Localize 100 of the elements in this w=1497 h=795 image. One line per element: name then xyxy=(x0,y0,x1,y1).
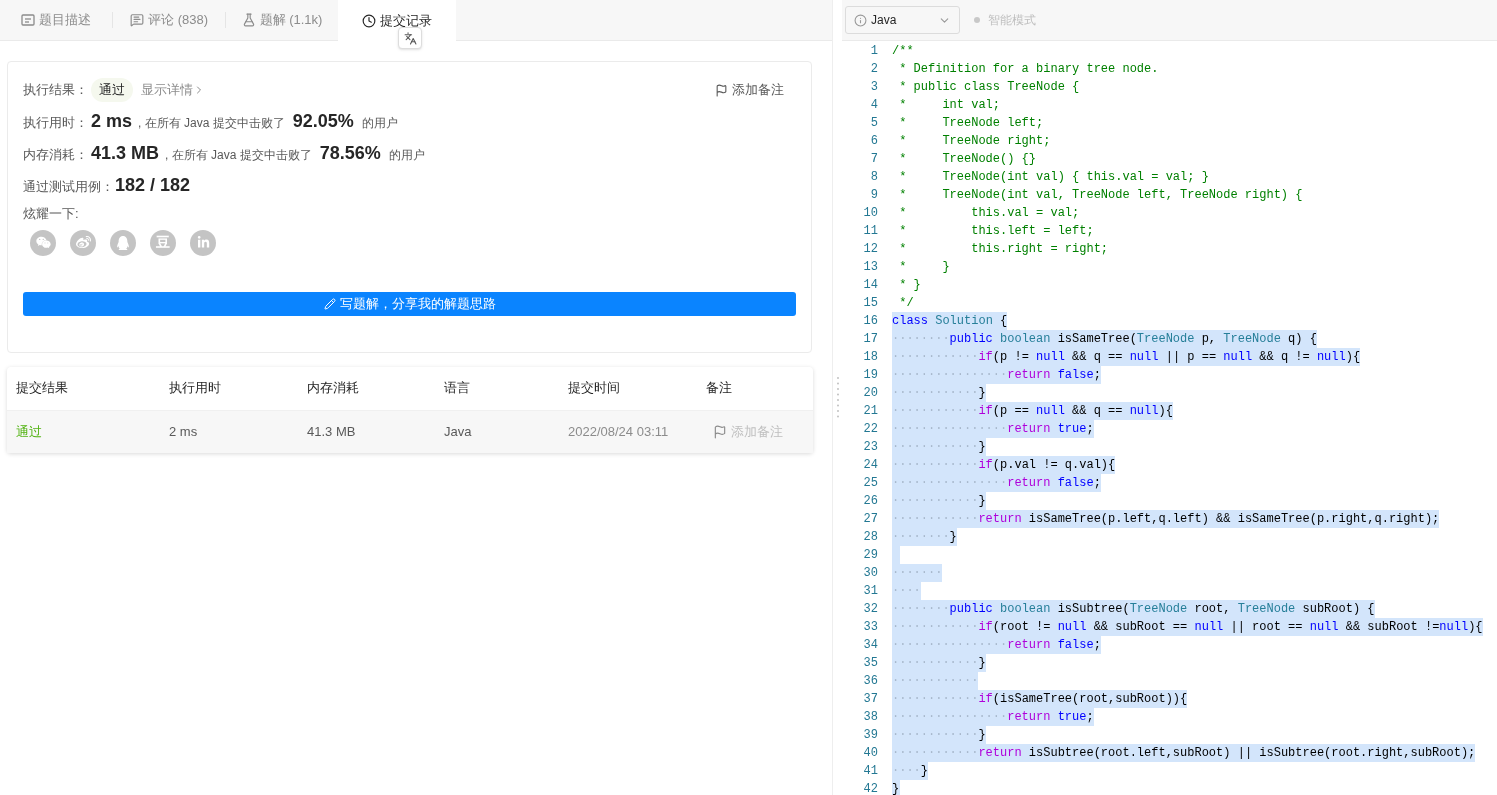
line-number: 11 xyxy=(862,223,878,240)
line-number: 21 xyxy=(862,403,878,420)
comment-icon xyxy=(130,13,144,27)
line-number: 25 xyxy=(862,475,878,492)
code-line: * } xyxy=(898,277,921,294)
code-line: * TreeNode() {} xyxy=(898,151,1037,168)
stat-text: , 在所有 Java 提交中击败了 xyxy=(165,147,312,164)
line-number: 13 xyxy=(862,259,878,276)
line-number: 10 xyxy=(862,205,878,222)
stat-percent: 78.56% xyxy=(319,142,381,165)
line-number: 9 xyxy=(869,187,878,204)
passed-label: 通过测试用例： xyxy=(23,178,115,196)
stat-suffix: 的用户 xyxy=(388,147,425,164)
line-number: 31 xyxy=(862,583,878,600)
column-header: 内存消耗 xyxy=(307,379,360,398)
line-number: 8 xyxy=(869,169,878,186)
line-number: 3 xyxy=(869,79,878,96)
line-number: 35 xyxy=(862,655,878,672)
stat-percent: 92.05% xyxy=(292,110,354,133)
line-number: 4 xyxy=(869,97,878,114)
line-number: 17 xyxy=(862,331,878,348)
line-number: 33 xyxy=(862,619,878,636)
line-number: 26 xyxy=(862,493,878,510)
code-line: * TreeNode right; xyxy=(898,133,1051,150)
table-cell-text: 41.3 MB xyxy=(307,422,357,441)
tab[interactable]: 题目描述 xyxy=(0,0,112,41)
line-number: 34 xyxy=(862,637,878,654)
wechat-share-icon[interactable] xyxy=(30,229,56,256)
clock-icon xyxy=(362,13,376,28)
line-number: 12 xyxy=(862,241,878,258)
tab[interactable]: 提交记录 xyxy=(338,0,456,41)
line-number: 32 xyxy=(862,601,878,618)
code-line: * this.val = val; xyxy=(898,205,1080,222)
info-icon xyxy=(854,13,867,27)
line-number: 6 xyxy=(869,133,878,150)
linkedin-share-icon[interactable] xyxy=(190,229,216,256)
line-number: 24 xyxy=(862,457,878,474)
stat-label: 执行用时： xyxy=(23,114,89,132)
passed-value: 182 / 182 xyxy=(115,174,191,197)
code-line: * this.right = right; xyxy=(898,241,1109,258)
stat-label: 内存消耗： xyxy=(23,146,89,164)
column-header: 提交结果 xyxy=(15,379,69,398)
column-header: 执行用时 xyxy=(169,379,222,398)
write-solution-button[interactable]: 写题解，分享我的解题思路 xyxy=(23,291,796,316)
status-badge: 通过 xyxy=(91,78,133,102)
line-number: 1 xyxy=(869,43,878,60)
code-line: */ xyxy=(898,295,914,312)
line-number: 37 xyxy=(862,691,878,708)
douban-share-icon[interactable]: 豆 xyxy=(150,229,176,256)
flag-icon xyxy=(713,424,727,439)
table-cell-text: 2 ms xyxy=(169,422,199,441)
code-line: * Definition for a binary tree node. xyxy=(898,61,1159,78)
line-number: 7 xyxy=(869,151,878,168)
code-line: * public class TreeNode { xyxy=(898,79,1080,96)
language-select[interactable]: Java xyxy=(845,6,960,34)
line-number: 14 xyxy=(862,277,878,294)
code-line: /** xyxy=(892,43,914,60)
stat-value: 2 ms xyxy=(91,110,133,133)
code-line: * TreeNode(int val, TreeNode left, TreeNode right) { xyxy=(898,187,1303,204)
card-icon xyxy=(21,13,35,27)
line-number: 41 xyxy=(862,763,878,780)
line-number: 22 xyxy=(862,421,878,438)
qq-share-icon[interactable] xyxy=(110,229,136,256)
code-line: * TreeNode left; xyxy=(898,115,1044,132)
line-number: 19 xyxy=(862,367,878,384)
flask-icon xyxy=(241,13,256,27)
line-number: 38 xyxy=(862,709,878,726)
status-cell[interactable]: 通过 xyxy=(7,421,169,442)
flag-icon xyxy=(715,83,728,97)
line-number: 36 xyxy=(862,673,878,690)
pencil-icon xyxy=(323,297,336,310)
tab[interactable]: 题解 (1.1k) xyxy=(226,0,338,41)
column-header: 备注 xyxy=(706,379,732,398)
column-header: 提交时间 xyxy=(568,379,621,398)
line-number: 2 xyxy=(869,61,878,78)
share-label: 炫耀一下: xyxy=(23,205,80,223)
add-note-button[interactable]: 添加备注 xyxy=(715,80,784,100)
stat-suffix: 的用户 xyxy=(361,115,398,132)
line-number: 29 xyxy=(862,547,878,564)
line-number: 42 xyxy=(862,781,878,795)
line-number: 20 xyxy=(862,385,878,402)
line-number: 27 xyxy=(862,511,878,528)
result-label: 执行结果： xyxy=(23,81,89,100)
code-line: * TreeNode(int val) { this.val = val; } xyxy=(898,169,1209,186)
line-number: 23 xyxy=(862,439,878,456)
table-cell-text: 2022/08/24 03:11 xyxy=(568,422,670,441)
code-line: * int val; xyxy=(898,97,1001,114)
table-cell-text: Java xyxy=(444,422,473,441)
line-number: 5 xyxy=(869,115,878,132)
translate-icon[interactable] xyxy=(398,27,422,49)
line-number: 39 xyxy=(862,727,878,744)
line-number: 40 xyxy=(862,745,878,762)
details-link[interactable]: 显示详情 xyxy=(141,80,205,100)
tab[interactable]: 评论 (838) xyxy=(113,0,225,41)
line-number: 28 xyxy=(862,529,878,546)
stat-text: , 在所有 Java 提交中击败了 xyxy=(138,115,285,132)
weibo-share-icon[interactable] xyxy=(70,229,96,256)
line-number: 16 xyxy=(862,313,878,330)
line-number: 30 xyxy=(862,565,878,582)
line-number: 18 xyxy=(862,349,878,366)
